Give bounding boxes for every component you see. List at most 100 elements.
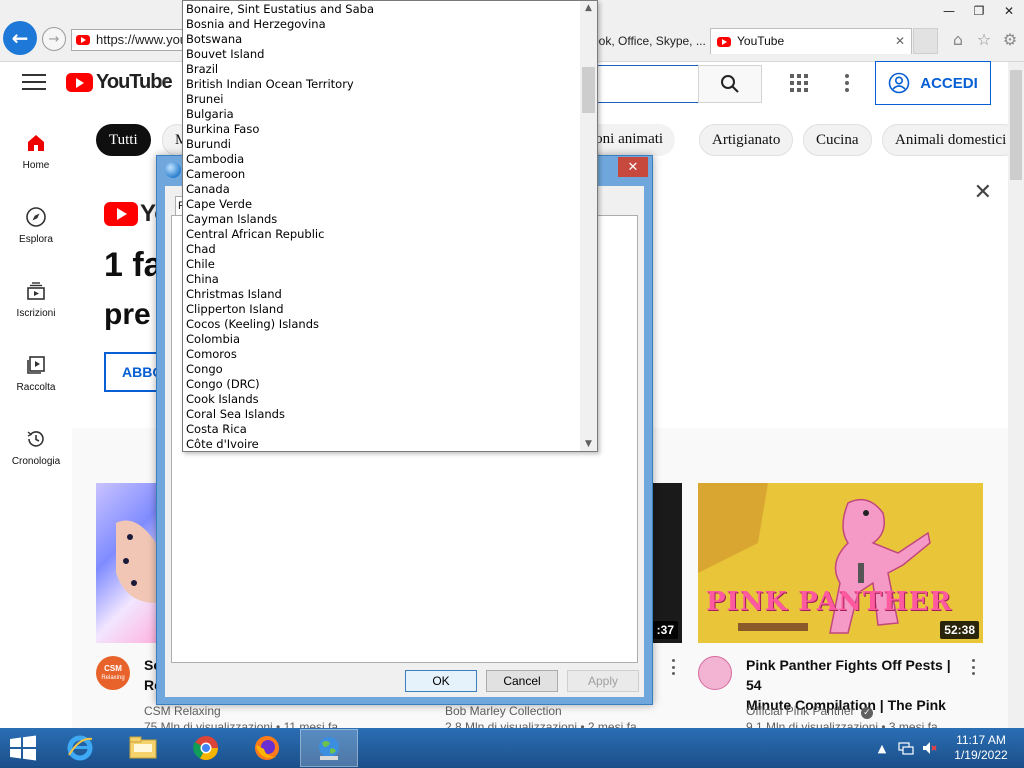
channel-name[interactable]: Official Pink Panther ✓	[746, 704, 873, 719]
youtube-logo-icon	[104, 202, 138, 226]
chip-cooking[interactable]: Cucina	[803, 124, 872, 156]
channel-name[interactable]: Bob Marley Collection	[445, 704, 562, 718]
dropdown-item[interactable]: Brunei	[186, 92, 578, 107]
scroll-up-icon[interactable]: ▲	[580, 1, 597, 15]
dropdown-item[interactable]: Cook Islands	[186, 392, 578, 407]
scroll-down-icon[interactable]: ▼	[580, 437, 597, 451]
sign-in-button[interactable]: ACCEDI	[875, 61, 991, 105]
sidebar-item-home[interactable]: Home	[0, 132, 72, 171]
dropdown-item[interactable]: Burkina Faso	[186, 122, 578, 137]
sidebar-item-subscriptions[interactable]: Iscrizioni	[0, 280, 72, 319]
close-window-button[interactable]: ✕	[994, 0, 1024, 22]
back-arrow-icon[interactable]: ←	[3, 21, 37, 55]
scrollbar-thumb[interactable]	[1010, 70, 1022, 180]
apply-button[interactable]: Apply	[567, 670, 639, 692]
menu-icon[interactable]	[22, 74, 46, 92]
dropdown-item[interactable]: Central African Republic	[186, 227, 578, 242]
close-icon[interactable]: ✕	[974, 180, 992, 205]
sidebar-item-label: Raccolta	[16, 382, 56, 393]
country-dropdown-list[interactable]: Bonaire, Sint Eustatius and Saba Bosnia a…	[182, 0, 598, 452]
dropdown-item[interactable]: Comoros	[186, 347, 578, 362]
chip-pets[interactable]: Animali domestici	[882, 124, 1020, 156]
dropdown-item[interactable]: Cameroon	[186, 167, 578, 182]
chip-all[interactable]: Tutti	[96, 124, 151, 156]
dropdown-item[interactable]: Bosnia and Herzegovina	[186, 17, 578, 32]
tray-chevron-icon[interactable]: ▲	[874, 740, 890, 756]
dropdown-item[interactable]: Cayman Islands	[186, 212, 578, 227]
youtube-logo[interactable]: YouTube IT	[66, 71, 173, 94]
sidebar-item-library[interactable]: Raccolta	[0, 354, 72, 393]
network-icon[interactable]	[898, 740, 914, 756]
video-duration: :37	[652, 621, 678, 639]
dropdown-item[interactable]: Brazil	[186, 62, 578, 77]
channel-name-text: Official Pink Panther	[746, 704, 855, 718]
minimize-button[interactable]: —	[934, 0, 964, 22]
dropdown-item[interactable]: Cambodia	[186, 152, 578, 167]
dropdown-item[interactable]: Chad	[186, 242, 578, 257]
dropdown-item[interactable]: British Indian Ocean Territory	[186, 77, 578, 92]
volume-muted-icon[interactable]	[921, 740, 937, 756]
video-thumbnail[interactable]: :37	[652, 483, 682, 643]
dropdown-item[interactable]: Côte d'Ivoire	[186, 437, 578, 451]
apps-icon[interactable]	[790, 74, 808, 92]
gear-icon[interactable]: ⚙	[998, 27, 1022, 51]
dropdown-item[interactable]: Colombia	[186, 332, 578, 347]
dropdown-item[interactable]: Congo (DRC)	[186, 377, 578, 392]
banner-headline: 1 fa	[104, 246, 163, 284]
restore-button[interactable]: ❐	[964, 0, 994, 22]
dropdown-item[interactable]: Bonaire, Sint Eustatius and Saba	[186, 2, 578, 17]
firefox-icon[interactable]	[238, 729, 296, 767]
home-icon[interactable]: ⌂	[946, 27, 970, 51]
dropdown-scrollbar[interactable]: ▲ ▼	[580, 1, 597, 451]
dropdown-item[interactable]: Botswana	[186, 32, 578, 47]
forward-arrow-icon[interactable]: →	[42, 27, 66, 51]
sidebar-item-explore[interactable]: Esplora	[0, 206, 72, 245]
dropdown-item[interactable]: China	[186, 272, 578, 287]
avatar[interactable]	[698, 656, 732, 690]
video-thumbnail[interactable]	[96, 483, 156, 643]
avatar[interactable]: CSM Relaxing	[96, 656, 130, 690]
search-button[interactable]	[698, 65, 762, 103]
page-scrollbar[interactable]	[1008, 62, 1024, 728]
sidebar-item-history[interactable]: Cronologia	[0, 428, 72, 467]
video-thumbnail[interactable]: PINK PANTHER 52:38	[698, 483, 983, 643]
ok-button[interactable]: OK	[405, 670, 477, 692]
windows-start-icon[interactable]	[8, 735, 40, 761]
search-icon	[721, 75, 739, 93]
tab-youtube[interactable]: YouTube ✕	[710, 28, 912, 54]
internet-explorer-icon[interactable]	[51, 729, 109, 767]
more-options-icon[interactable]	[972, 659, 978, 675]
dropdown-item[interactable]: Costa Rica	[186, 422, 578, 437]
dropdown-item[interactable]: Bouvet Island	[186, 47, 578, 62]
dropdown-item[interactable]: Coral Sea Islands	[186, 407, 578, 422]
taskbar: ▲ 11:17 AM 1/19/2022	[0, 728, 1024, 768]
search-input[interactable]	[597, 65, 698, 103]
chrome-icon[interactable]	[177, 729, 235, 767]
dialog-close-button[interactable]: ✕	[618, 157, 648, 177]
dropdown-item[interactable]: Christmas Island	[186, 287, 578, 302]
new-tab-button[interactable]	[913, 28, 938, 54]
tab-microsoft[interactable]: ook, Office, Skype, ...	[592, 29, 710, 53]
dropdown-item[interactable]: Canada	[186, 182, 578, 197]
dropdown-item[interactable]: Burundi	[186, 137, 578, 152]
dropdown-item[interactable]: Congo	[186, 362, 578, 377]
dropdown-item[interactable]: Clipperton Island	[186, 302, 578, 317]
dropdown-item[interactable]: Bulgaria	[186, 107, 578, 122]
system-clock[interactable]: 11:17 AM 1/19/2022	[948, 733, 1014, 763]
more-options-icon[interactable]	[672, 659, 678, 675]
chip-crafts[interactable]: Artigianato	[699, 124, 794, 156]
file-explorer-icon[interactable]	[114, 729, 172, 767]
dropdown-item[interactable]: Cocos (Keeling) Islands	[186, 317, 578, 332]
tab-close-icon[interactable]: ✕	[895, 29, 905, 53]
dropdown-item[interactable]: Chile	[186, 257, 578, 272]
channel-name[interactable]: CSM Relaxing	[144, 704, 221, 718]
region-settings-icon[interactable]	[300, 729, 358, 767]
scrollbar-thumb[interactable]	[582, 67, 595, 113]
more-options-icon[interactable]	[840, 72, 854, 94]
clock-date: 1/19/2022	[954, 748, 1008, 762]
address-bar[interactable]: https://www.you	[71, 29, 189, 51]
star-icon[interactable]: ☆	[972, 27, 996, 51]
browser-tools: ⌂ ☆ ⚙	[946, 27, 1022, 51]
cancel-button[interactable]: Cancel	[486, 670, 558, 692]
dropdown-item[interactable]: Cape Verde	[186, 197, 578, 212]
